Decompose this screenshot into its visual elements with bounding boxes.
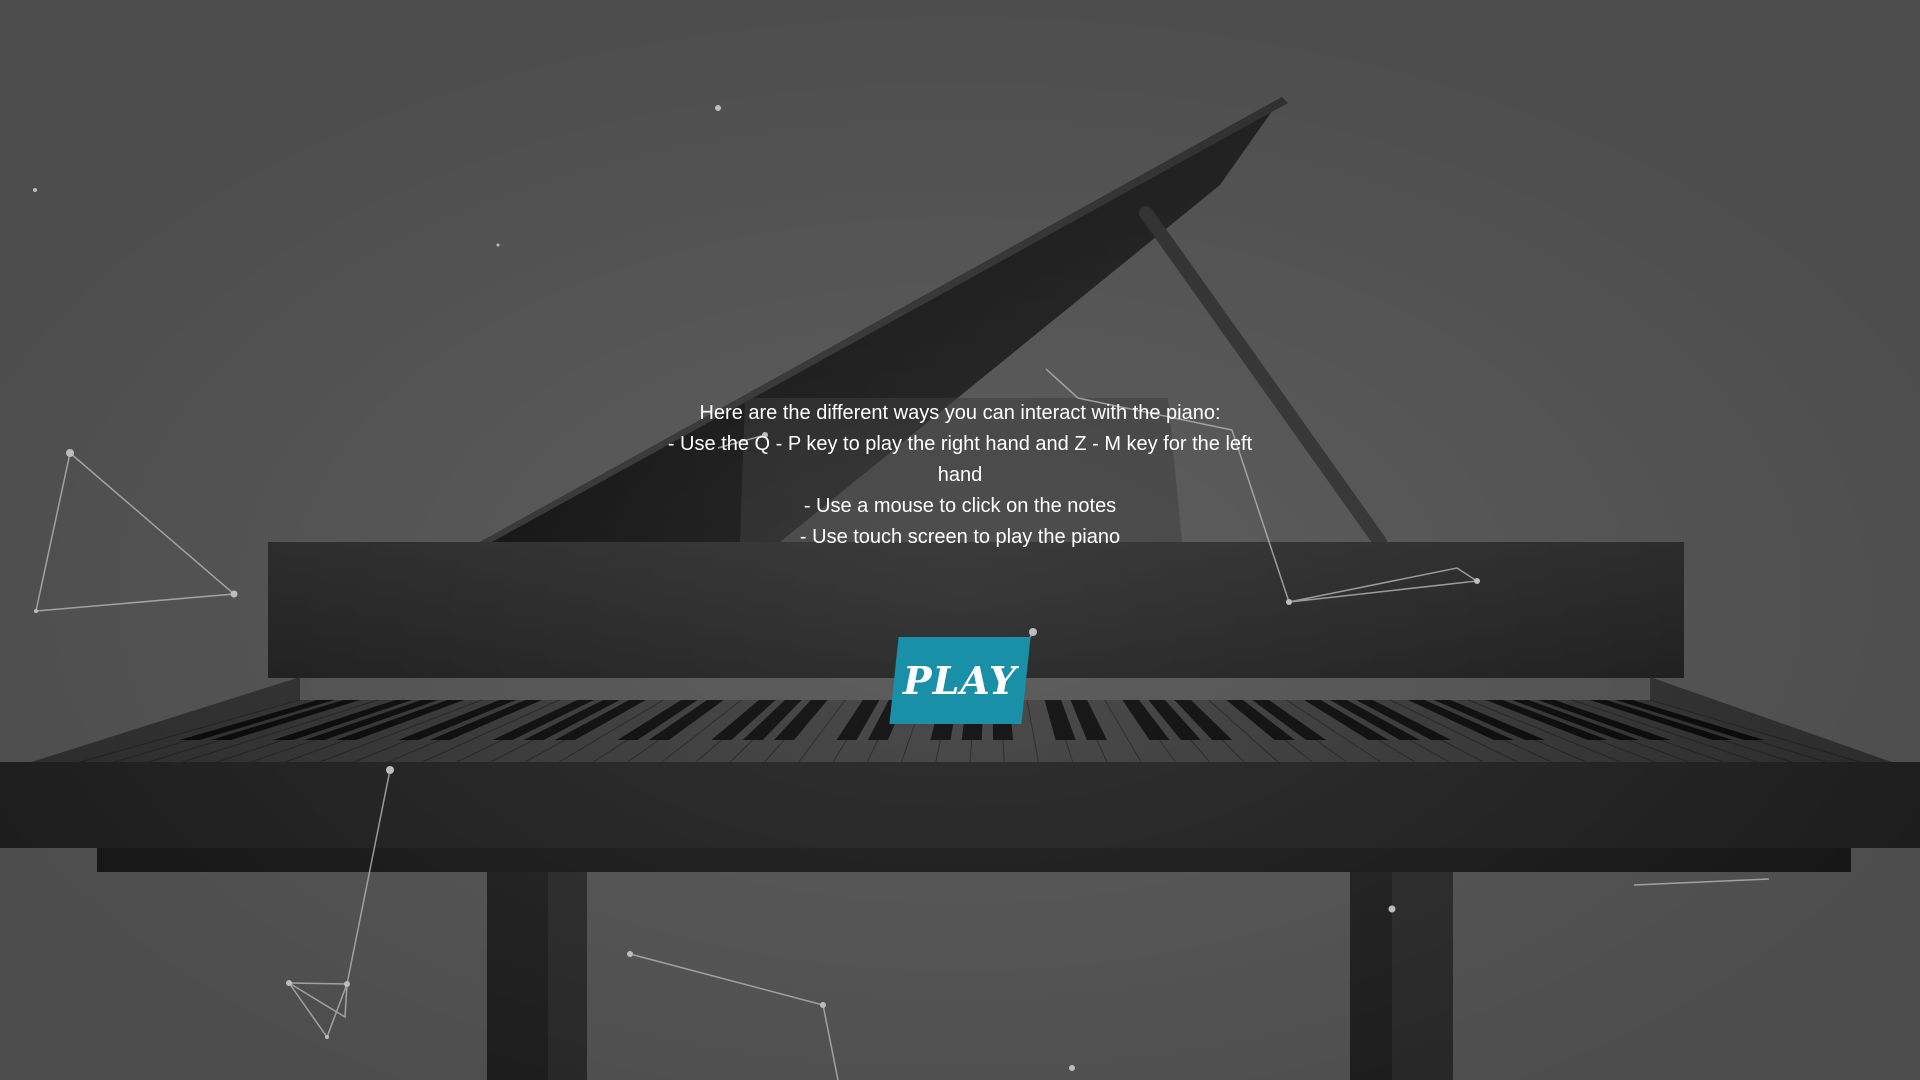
particle-dot: [1286, 599, 1292, 605]
particle-dot: [386, 766, 394, 774]
particle-dot: [1029, 628, 1037, 636]
instructions-heading: Here are the different ways you can inte…: [699, 402, 1221, 424]
particle-dot: [286, 980, 292, 986]
instructions-panel: Here are the different ways you can inte…: [660, 398, 1260, 553]
particle-dot: [1069, 1065, 1075, 1071]
particle-dot: [66, 449, 74, 457]
piano-app: Here are the different ways you can inte…: [0, 0, 1920, 1080]
instruction-mouse: - Use a mouse to click on the notes: [803, 495, 1117, 517]
particle-dot: [820, 1002, 826, 1008]
play-button-label: PLAY: [902, 658, 1017, 703]
particle-dot: [715, 105, 721, 111]
particle-dot: [325, 1035, 329, 1039]
particle-dot: [344, 981, 350, 987]
particle-dot: [496, 243, 500, 247]
instruction-touch: - Use touch screen to play the piano: [799, 526, 1121, 548]
particle-dot: [627, 951, 633, 957]
particle-dot: [230, 590, 238, 598]
instruction-keyboard: - Use the Q - P key to play the right ha…: [667, 433, 1253, 486]
particle-dot: [33, 188, 37, 192]
play-button[interactable]: PLAY: [889, 637, 1031, 724]
particle-dot: [1474, 578, 1480, 584]
particle-dot: [34, 609, 38, 613]
particle-dot: [1388, 905, 1396, 913]
